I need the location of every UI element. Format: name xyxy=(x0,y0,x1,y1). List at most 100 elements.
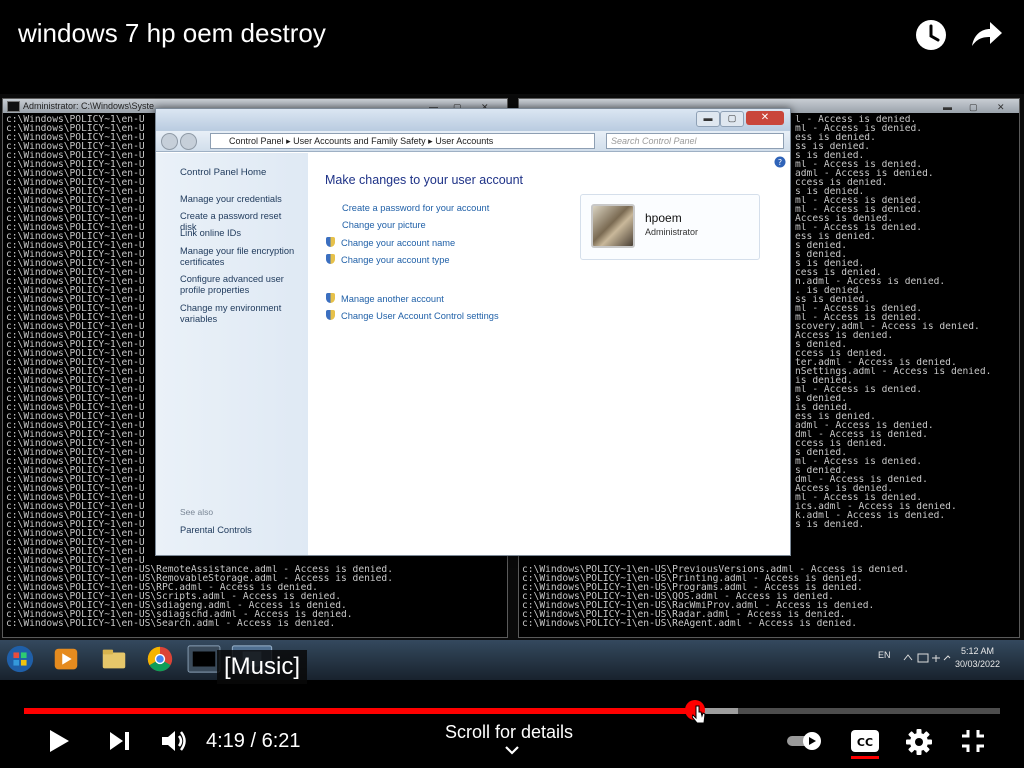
cmd-line: ml - Access is denied. xyxy=(795,160,923,169)
start-orb-icon[interactable] xyxy=(4,644,36,674)
chrome-icon[interactable] xyxy=(144,644,176,674)
video-frame[interactable]: Administrator: C:\Windows\Syste ▬ ▢ ✕ c:… xyxy=(0,94,1024,680)
cc-icon[interactable]: CC xyxy=(850,728,880,760)
task-uac-settings[interactable]: Change User Account Control settings xyxy=(326,310,499,321)
sidebar-link-parental-controls[interactable]: Parental Controls xyxy=(180,525,298,536)
cmd-line: ml - Access is denied. xyxy=(795,196,923,205)
cmd-line: c:\Windows\POLICY~1\en-US\sdiagschd.adml… xyxy=(6,610,353,619)
sidebar-link-profile-properties[interactable]: Configure advanced user profile properti… xyxy=(180,274,298,296)
control-panel-main: Make changes to your user account Create… xyxy=(308,153,790,555)
video-title[interactable]: windows 7 hp oem destroy xyxy=(18,18,326,49)
cmd-line: . is denied. xyxy=(795,286,865,295)
forward-button[interactable] xyxy=(180,133,197,150)
close-button[interactable]: ✕ xyxy=(746,111,784,125)
cmd-line: ter.adml - Access is denied. xyxy=(795,358,957,367)
cmd-line: c:\Windows\POLICY~1\en-US\Scripts.adml -… xyxy=(6,592,342,601)
system-clock[interactable]: 5:12 AM 30/03/2022 xyxy=(955,645,1000,671)
uac-shield-icon xyxy=(326,293,335,303)
task-change-picture[interactable]: Change your picture xyxy=(342,220,426,230)
see-also-label: See also xyxy=(180,507,214,517)
avatar[interactable] xyxy=(591,204,635,248)
file-explorer-icon[interactable] xyxy=(98,644,130,674)
maximize-button[interactable]: ▢ xyxy=(720,111,744,127)
task-manage-another[interactable]: Manage another account xyxy=(326,293,444,304)
sidebar-link-credentials[interactable]: Manage your credentials xyxy=(180,194,298,205)
task-label: Change your account type xyxy=(341,255,450,265)
cmd-line: ccess is denied. xyxy=(795,349,888,358)
cmd-line: c:\Windows\POLICY~1\en-US\RacWmiProv.adm… xyxy=(522,601,875,610)
cmd-output-tail: c:\Windows\POLICY~1\en-US\RemoteAssistan… xyxy=(3,563,396,630)
clock-time: 5:12 AM xyxy=(960,646,994,656)
cmd-line: c:\Windows\POLICY~1\en-US\QOS.adml - Acc… xyxy=(522,592,834,601)
uac-shield-icon xyxy=(326,237,335,247)
cmd-line: c:\Windows\POLICY~1\en-US\PreviousVersio… xyxy=(522,565,909,574)
cmd-line: ml - Access is denied. xyxy=(795,124,923,133)
cmd-line: ccess is denied. xyxy=(795,178,888,187)
cmd-line: c:\Windows\POLICY~1\en-US\Printing.adml … xyxy=(522,574,863,583)
user-account-card: hpoem Administrator xyxy=(580,194,760,260)
cmd-line: c:\Windows\POLICY~1\en-US\Radar.adml - A… xyxy=(522,610,846,619)
close-button[interactable]: ✕ xyxy=(997,100,1005,114)
language-indicator[interactable]: EN xyxy=(878,650,891,660)
uac-shield-icon xyxy=(326,310,335,320)
back-button[interactable] xyxy=(161,133,178,150)
task-change-name[interactable]: Change your account name xyxy=(326,237,455,248)
time-separator: / xyxy=(250,730,257,752)
cmd-line: c:\Windows\POLICY~1\en-US\RPC.adml - Acc… xyxy=(6,583,318,592)
breadcrumb-user-accounts[interactable]: User Accounts xyxy=(435,136,493,146)
task-label: Change User Account Control settings xyxy=(341,311,499,321)
watch-later-button[interactable] xyxy=(914,18,948,52)
page-title: Make changes to your user account xyxy=(325,173,524,187)
progress-bar[interactable] xyxy=(24,708,1000,714)
cmd-line: s is denied. xyxy=(795,520,865,529)
tray-icons[interactable] xyxy=(902,652,952,664)
cmd-line: ml - Access is denied. xyxy=(795,205,923,214)
next-icon[interactable] xyxy=(108,730,132,752)
gear-icon[interactable] xyxy=(905,728,933,756)
sidebar-link-encryption[interactable]: Manage your file encryption certificates xyxy=(180,246,298,268)
cmd-line: dml - Access is denied. xyxy=(795,475,928,484)
minimize-button[interactable]: ▬ xyxy=(696,111,720,127)
scroll-for-details[interactable]: Scroll for details xyxy=(445,722,573,743)
breadcrumb-user-accounts-family[interactable]: User Accounts and Family Safety xyxy=(293,136,426,146)
cmd-line: n.adml - Access is denied. xyxy=(795,277,946,286)
minimize-button[interactable]: ▬ xyxy=(943,100,952,114)
volume-icon[interactable] xyxy=(160,728,188,754)
user-name: hpoem xyxy=(645,211,682,225)
chevron-down-icon[interactable] xyxy=(504,744,520,756)
media-player-icon[interactable] xyxy=(50,644,82,674)
task-create-password[interactable]: Create a password for your account xyxy=(342,203,489,213)
search-input[interactable]: Search Control Panel xyxy=(606,133,784,149)
help-icon[interactable]: ? xyxy=(774,156,786,168)
cmd-line: s denied. xyxy=(795,241,847,250)
cmd-line: ess is denied. xyxy=(795,133,876,142)
cmd-line: c:\Windows\POLICY~1\en-US\sdiageng.adml … xyxy=(6,601,347,610)
control-panel-window: ▬ ▢ ✕ Control Panel ▸ User Accounts and … xyxy=(155,108,791,556)
mouse-cursor-icon xyxy=(691,705,706,724)
cmd-line: cess is denied. xyxy=(795,268,882,277)
cmd-line: Access is denied. xyxy=(795,331,894,340)
cmd-title: Administrator: C:\Windows\Syste xyxy=(23,101,155,111)
user-role: Administrator xyxy=(645,227,699,237)
fullscreen-exit-icon[interactable] xyxy=(960,728,986,754)
sidebar-link-environment[interactable]: Change my environment variables xyxy=(180,303,298,325)
control-panel-titlebar: ▬ ▢ ✕ xyxy=(156,109,790,131)
play-icon[interactable] xyxy=(46,728,72,754)
cmd-line: is denied. xyxy=(795,403,853,412)
svg-text:CC: CC xyxy=(857,736,873,749)
uac-shield-icon xyxy=(326,254,335,264)
share-button[interactable] xyxy=(968,18,1004,52)
cmd-line: adml - Access is denied. xyxy=(795,169,934,178)
sidebar-link-home[interactable]: Control Panel Home xyxy=(180,167,298,178)
cmd-line: c:\Windows\POLICY~1\en-US\Search.adml - … xyxy=(6,619,336,628)
maximize-button[interactable]: ▢ xyxy=(969,100,978,114)
cmd-line: ml - Access is denied. xyxy=(795,313,923,322)
address-bar[interactable]: Control Panel ▸ User Accounts and Family… xyxy=(210,133,595,149)
task-change-type[interactable]: Change your account type xyxy=(326,254,450,265)
breadcrumb-control-panel[interactable]: Control Panel xyxy=(229,136,284,146)
autoplay-toggle-icon[interactable] xyxy=(786,730,824,752)
cmd-line: s is denied. xyxy=(795,151,865,160)
sidebar-link-online-ids[interactable]: Link online IDs xyxy=(180,228,298,239)
clock-date: 30/03/2022 xyxy=(954,659,1000,669)
time-display: 4:19 / 6:21 xyxy=(206,730,301,753)
